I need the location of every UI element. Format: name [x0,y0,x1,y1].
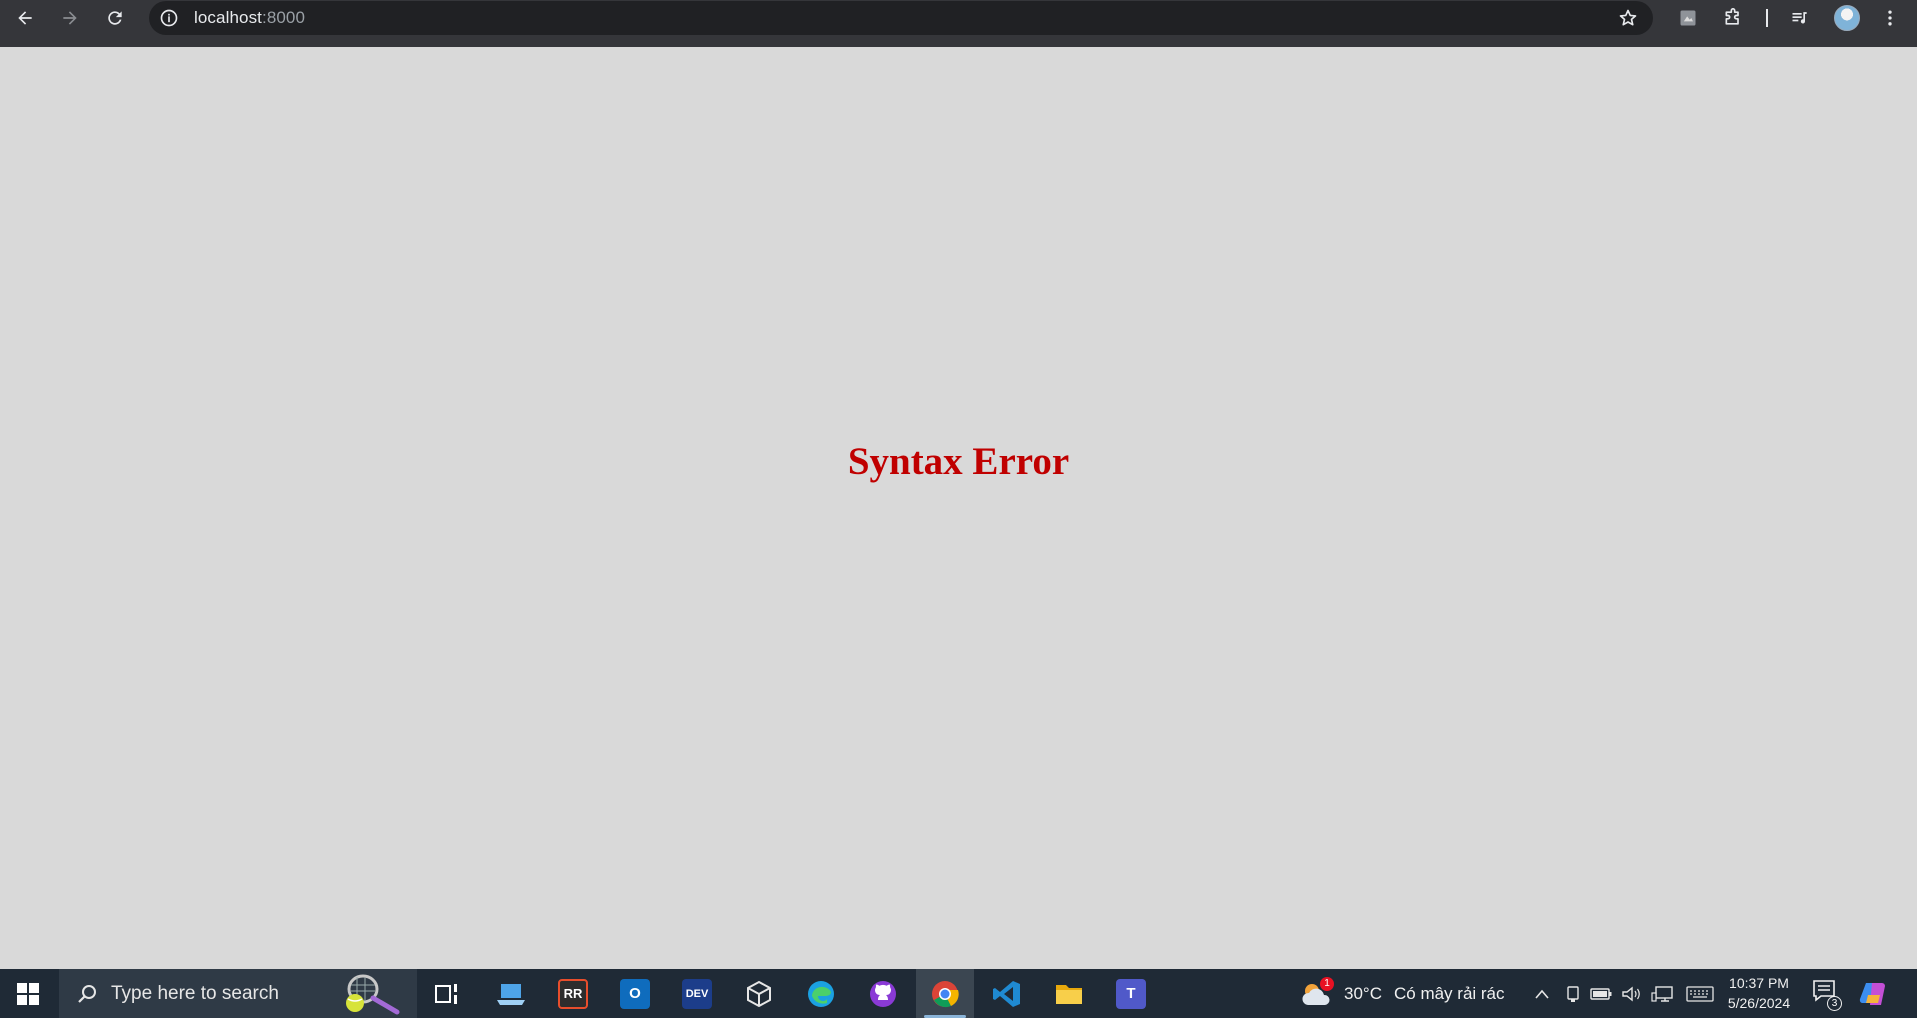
show-hidden-icons-button[interactable] [1531,983,1553,1005]
rr-review-icon: RR [558,978,588,1009]
bookmark-star-icon[interactable] [1617,7,1639,29]
taskbar-task-view[interactable] [418,969,476,1018]
taskbar-file-explorer[interactable] [1040,969,1098,1018]
taskbar-outlook[interactable]: O [606,969,664,1018]
folder-icon [1056,984,1082,1004]
toolbar-divider [1766,9,1768,27]
weather-description: Có mây rải rác [1393,983,1505,1003]
clock-time: 10:37 PM [1729,975,1789,991]
arrow-left-icon [18,11,32,25]
copilot-icon [1859,983,1885,1005]
tray-device-icon[interactable] [1562,983,1584,1005]
more-vertical-icon [1888,10,1892,26]
weather-badge: 1 [1320,976,1334,991]
windows-taskbar: Type here to search RR O DEV T 1 30°C Có… [0,969,1917,1018]
address-url[interactable]: localhost:8000 [194,8,305,28]
playlist-icon [1792,12,1807,24]
taskbar-laptop-app[interactable] [482,969,540,1018]
weather-temperature: 30°C [1344,983,1382,1003]
taskbar-rr-review[interactable]: RR [544,969,602,1018]
cube-icon [747,980,771,1007]
media-control-button[interactable] [1782,0,1818,36]
arrow-right-icon [63,11,77,25]
error-message: Syntax Error [847,440,1070,483]
reload-button[interactable] [97,0,133,36]
vscode-icon [993,980,1020,1007]
chevron-up-icon [1535,989,1549,999]
tennis-racket-icon [346,974,400,1015]
chrome-icon [932,980,959,1007]
taskbar-search-box[interactable]: Type here to search [59,969,417,1018]
notification-count: 3 [1827,996,1842,1011]
extension-app-icon [1680,10,1696,26]
notification-center-button[interactable]: 3 [1812,979,1842,1011]
start-button[interactable] [0,969,55,1018]
task-view-icon [435,983,457,1004]
volume-icon[interactable] [1620,983,1642,1005]
taskbar-teams[interactable]: T [1102,969,1160,1018]
taskbar-virtualbox[interactable] [730,969,788,1018]
url-host: localhost [194,8,262,27]
github-icon [870,980,896,1007]
address-bar[interactable]: localhost:8000 [149,1,1653,35]
profile-avatar[interactable] [1834,5,1860,31]
browser-menu-button[interactable] [1872,0,1908,36]
taskbar-clock[interactable]: 10:37 PM 5/26/2024 [1722,973,1796,1013]
touch-keyboard-icon[interactable] [1686,983,1714,1005]
site-info-icon[interactable] [158,7,180,29]
network-icon[interactable] [1651,983,1673,1005]
taskbar-github-desktop[interactable] [854,969,912,1018]
forward-button[interactable] [52,0,88,36]
copilot-button[interactable] [1858,979,1892,1009]
battery-icon[interactable] [1590,983,1612,1005]
browser-toolbar: localhost:8000 [0,0,1917,47]
extension-pinned-button[interactable] [1670,0,1706,36]
page-content [0,47,1917,969]
weather-widget[interactable]: 1 30°C Có mây rải rác [1300,969,1505,1018]
back-button[interactable] [7,0,43,36]
laptop-icon [497,983,525,1005]
extensions-button[interactable] [1715,0,1751,36]
weather-cloud-icon: 1 [1300,976,1334,1009]
edge-icon [808,980,834,1007]
teams-icon-label: T [1126,985,1136,1002]
url-port: :8000 [262,8,306,27]
taskbar-chrome[interactable] [916,969,974,1018]
puzzle-icon [1725,8,1739,25]
search-placeholder: Type here to search [111,982,279,1004]
taskbar-edge[interactable] [792,969,850,1018]
outlook-icon: O [620,978,650,1009]
search-icon [78,984,96,1003]
teams-icon: T [1116,978,1146,1009]
taskbar-vscode[interactable] [978,969,1036,1018]
dev-icon: DEV [682,978,712,1009]
taskbar-devtoys[interactable]: DEV [668,969,726,1018]
reload-icon [108,11,122,25]
windows-logo-icon [16,982,39,1005]
clock-date: 5/26/2024 [1727,995,1791,1011]
